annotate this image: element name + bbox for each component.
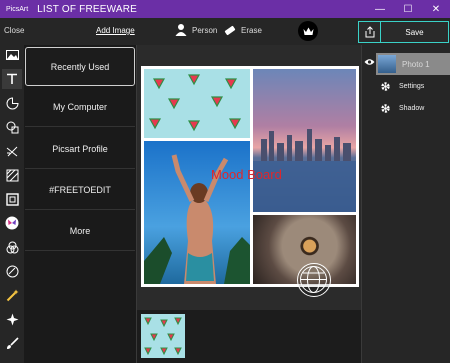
draw-icon bbox=[6, 265, 18, 277]
brush-icon bbox=[6, 336, 19, 349]
layer-thumbnail bbox=[378, 55, 396, 73]
canvas-area[interactable]: Mood Board bbox=[136, 45, 362, 310]
layer-name: Photo 1 bbox=[402, 59, 430, 69]
rotate-handle[interactable] bbox=[297, 263, 331, 297]
thumbnail-watermelon[interactable] bbox=[141, 314, 185, 358]
rail-frame[interactable] bbox=[2, 189, 22, 209]
globe-handle-icon bbox=[300, 266, 327, 293]
settings-label: Settings bbox=[399, 83, 425, 90]
watermelon-pattern bbox=[148, 74, 242, 132]
magic-wand-icon bbox=[6, 289, 18, 301]
sticker-icon bbox=[6, 96, 19, 109]
layer-shadow[interactable]: Shadow bbox=[380, 103, 424, 114]
crop-icon bbox=[6, 146, 17, 156]
source-picsart-profile[interactable]: Picsart Profile bbox=[25, 130, 135, 169]
thumbnail-strip bbox=[136, 310, 362, 363]
rail-text[interactable] bbox=[2, 69, 22, 89]
add-image-button[interactable]: Add Image bbox=[96, 26, 135, 35]
rail-gallery[interactable] bbox=[2, 45, 22, 65]
layers-panel: Photo 1 Settings Shadow bbox=[362, 45, 450, 363]
layer-photo-1[interactable]: Photo 1 bbox=[376, 53, 450, 75]
rail-brush[interactable] bbox=[2, 333, 22, 353]
title-bar: PicsArt LIST OF FREEWARE — ☐ ✕ bbox=[0, 0, 450, 18]
close-button[interactable]: Close bbox=[4, 26, 24, 35]
rail-blend[interactable] bbox=[2, 237, 22, 257]
eraser-icon bbox=[224, 25, 236, 36]
collage-cell-woman[interactable] bbox=[144, 141, 250, 284]
window-controls: — ☐ ✕ bbox=[366, 0, 450, 18]
frame-icon bbox=[5, 192, 19, 206]
rail-crop[interactable] bbox=[2, 141, 22, 161]
source-freetoedit[interactable]: #FREETOEDIT bbox=[25, 171, 135, 210]
close-window-button[interactable]: ✕ bbox=[422, 0, 450, 18]
person-label: Person bbox=[192, 25, 218, 35]
mood-board-title[interactable]: Mood Board bbox=[211, 167, 282, 182]
gallery-icon bbox=[5, 50, 19, 60]
text-icon bbox=[7, 73, 17, 84]
layer-settings[interactable]: Settings bbox=[380, 81, 424, 92]
person-icon bbox=[175, 24, 187, 36]
background-icon bbox=[6, 169, 18, 181]
save-button[interactable]: Save bbox=[380, 21, 449, 43]
picsart-window: PicsArt LIST OF FREEWARE — ☐ ✕ Close Add… bbox=[0, 0, 450, 363]
butterfly-icon bbox=[5, 216, 19, 230]
source-more[interactable]: More bbox=[25, 212, 135, 251]
premium-button[interactable] bbox=[298, 21, 318, 41]
minimize-button[interactable]: — bbox=[366, 0, 394, 18]
source-my-computer[interactable]: My Computer bbox=[25, 88, 135, 127]
rail-butterfly[interactable] bbox=[2, 213, 22, 233]
source-recently-used[interactable]: Recently Used bbox=[25, 47, 135, 86]
erase-label: Erase bbox=[241, 25, 262, 35]
rail-shapes[interactable] bbox=[2, 117, 22, 137]
rail-sticker[interactable] bbox=[2, 93, 22, 113]
app-name: PicsArt bbox=[6, 5, 29, 13]
city-skyline bbox=[253, 129, 356, 212]
rail-draw[interactable] bbox=[2, 261, 22, 281]
person-tool[interactable]: Person bbox=[174, 23, 217, 37]
erase-tool[interactable]: Erase bbox=[223, 23, 262, 37]
woman-photo bbox=[144, 154, 250, 284]
sparkle-icon bbox=[6, 313, 18, 325]
rail-background[interactable] bbox=[2, 165, 22, 185]
tool-rail bbox=[0, 45, 24, 363]
collage-board[interactable]: Mood Board bbox=[141, 66, 359, 297]
image-source-panel: Recently Used My Computer Picsart Profil… bbox=[24, 45, 136, 363]
watermelon-thumb-pattern bbox=[144, 317, 182, 356]
shadow-label: Shadow bbox=[399, 105, 425, 112]
share-icon bbox=[365, 26, 374, 38]
window-title: LIST OF FREEWARE bbox=[37, 3, 138, 15]
collage-cell-city[interactable] bbox=[253, 69, 356, 212]
blend-icon bbox=[6, 241, 18, 253]
export-button[interactable] bbox=[358, 21, 380, 43]
maximize-button[interactable]: ☐ bbox=[394, 0, 422, 18]
eye-icon[interactable] bbox=[364, 58, 375, 66]
gear-icon bbox=[381, 104, 390, 113]
rail-sparkle[interactable] bbox=[2, 309, 22, 329]
rail-magic[interactable] bbox=[2, 285, 22, 305]
gear-icon bbox=[381, 82, 390, 91]
collage-cell-pattern[interactable] bbox=[144, 69, 250, 138]
shapes-icon bbox=[6, 121, 18, 133]
crown-icon bbox=[303, 27, 313, 35]
